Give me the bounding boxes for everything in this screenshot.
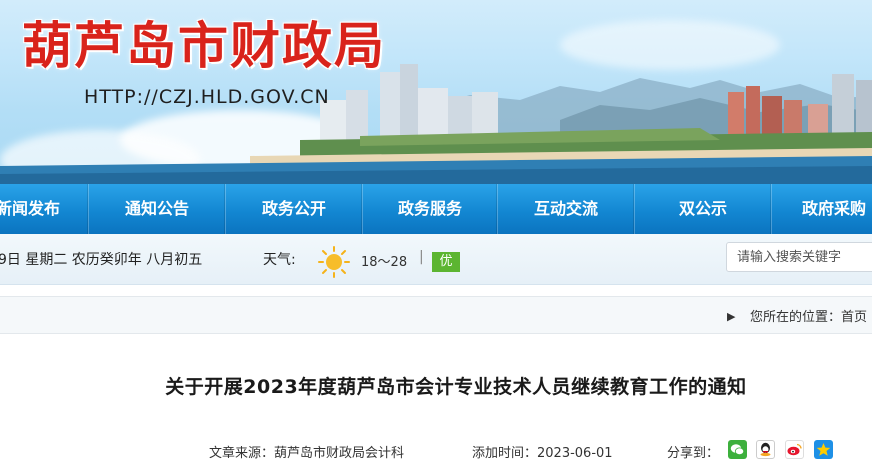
nav-item-news[interactable]: 新闻发布 [0,184,89,234]
article-title: 关于开展2023年度葫芦岛市会计专业技术人员继续教育工作的通知 [165,376,747,398]
nav-item-double-publicity[interactable]: 双公示 [635,184,772,234]
nav-item-notices[interactable]: 通知公告 [89,184,226,234]
info-bar: 9日 星期二 农历癸卯年 八月初五 天气: 18～28 | 优 [0,234,872,285]
site-title: 葫芦岛市财政局 [22,17,386,75]
wechat-icon[interactable] [728,440,747,459]
site-url: HTTP://CZJ.HLD.GOV.CN [84,86,330,108]
weibo-icon[interactable] [785,440,804,459]
share-label: 分享到： [667,446,720,461]
weather-label: 天气: [263,252,296,268]
sun-icon [318,246,350,278]
breadcrumb[interactable]: 您所在的位置：首页 [750,306,867,325]
search-input[interactable] [726,242,872,272]
nav-item-gov-services[interactable]: 政务服务 [363,184,498,234]
nav-item-gov-affairs-public[interactable]: 政务公开 [226,184,363,234]
date-text: 9日 星期二 农历癸卯年 八月初五 [0,252,203,268]
article-source: 文章来源：葫芦岛市财政局会计科 [209,446,405,461]
main-nav: 新闻发布 通知公告 政务公开 政务服务 互动交流 双公示 政府采购 [0,184,872,234]
site-banner: 葫芦岛市财政局 HTTP://CZJ.HLD.GOV.CN [0,0,872,184]
qq-icon[interactable] [756,440,775,459]
air-quality-badge: 优 [432,252,460,272]
weather-separator: | [419,249,424,265]
qzone-icon[interactable] [814,440,833,459]
nav-item-procurement[interactable]: 政府采购 [772,184,872,234]
triangle-right-icon: ▶ [727,310,736,323]
breadcrumb-bar: ▶ 您所在的位置：首页 [0,296,872,334]
nav-item-interaction[interactable]: 互动交流 [498,184,635,234]
temperature-text: 18～28 [361,255,408,270]
article-added-time: 添加时间：2023-06-01 [472,446,613,461]
